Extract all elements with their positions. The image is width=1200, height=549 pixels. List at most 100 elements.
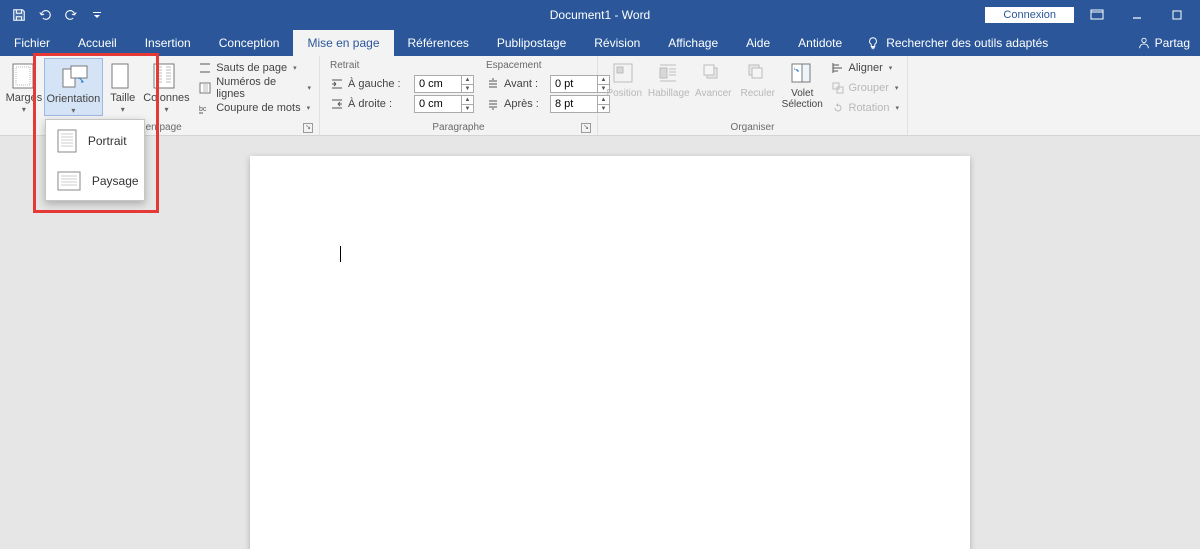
selection-pane-icon	[790, 62, 814, 86]
indent-right-input[interactable]	[415, 98, 461, 110]
colonnes-button[interactable]: Colonnes ▾	[143, 58, 190, 114]
grouper-button: Grouper ▾	[827, 78, 904, 98]
aligner-button[interactable]: Aligner ▾	[827, 58, 904, 78]
espacement-heading: Espacement	[486, 60, 610, 71]
paragraph-launcher[interactable]: ↘	[581, 123, 591, 133]
margins-icon	[10, 62, 38, 90]
space-after-input[interactable]	[551, 98, 597, 110]
marges-button[interactable]: Marges ▾	[4, 58, 44, 114]
taille-label: Taille	[110, 92, 135, 104]
document-page[interactable]	[250, 156, 970, 549]
rotation-button: Rotation ▾	[827, 98, 904, 118]
rotation-label: Rotation	[849, 102, 890, 114]
redo-icon[interactable]	[60, 4, 82, 26]
indent-left-input[interactable]	[415, 78, 461, 90]
tab-aide[interactable]: Aide	[732, 30, 784, 56]
share-button[interactable]: Partag	[1127, 30, 1200, 56]
qat-customize-icon[interactable]	[86, 4, 108, 26]
tab-publipostage[interactable]: Publipostage	[483, 30, 580, 56]
chevron-down-icon: ▾	[889, 64, 893, 72]
numeros-label: Numéros de lignes	[216, 76, 301, 100]
tell-me-search[interactable]: Rechercher des outils adaptés	[856, 30, 1058, 56]
lightbulb-icon	[866, 36, 880, 50]
svg-text:bc: bc	[199, 106, 207, 113]
tell-me-placeholder: Rechercher des outils adaptés	[886, 36, 1048, 50]
indent-left-icon	[330, 77, 344, 91]
maximize-button[interactable]	[1160, 0, 1194, 30]
tab-fichier[interactable]: Fichier	[0, 30, 64, 56]
columns-icon	[152, 62, 180, 90]
tab-conception[interactable]: Conception	[205, 30, 294, 56]
space-after-icon	[486, 97, 500, 111]
position-label: Position	[606, 88, 642, 99]
tab-antidote[interactable]: Antidote	[784, 30, 856, 56]
indent-right-spinbox[interactable]: ▲▼	[414, 95, 474, 113]
arrange-group-label: Organiser	[602, 122, 903, 135]
coupure-de-mots-button[interactable]: bc Coupure de mots ▾	[194, 98, 315, 118]
volet-label-2: Sélection	[782, 99, 823, 110]
tab-references[interactable]: Références	[394, 30, 483, 56]
spin-up[interactable]: ▲	[461, 76, 473, 85]
orientation-paysage-item[interactable]: Paysage	[46, 162, 144, 200]
chevron-down-icon: ▾	[71, 106, 75, 115]
orientation-icon	[59, 63, 87, 91]
orientation-dropdown: Portrait Paysage	[45, 119, 145, 201]
page-setup-launcher[interactable]: ↘	[303, 123, 313, 133]
size-icon	[109, 62, 137, 90]
position-icon	[612, 62, 636, 86]
orientation-button[interactable]: Orientation ▾ Portrait Paysage	[44, 58, 103, 116]
aligner-label: Aligner	[849, 62, 883, 74]
reculer-label: Reculer	[741, 88, 775, 99]
chevron-down-icon: ▾	[307, 104, 311, 112]
portrait-label: Portrait	[88, 134, 127, 148]
tab-insertion[interactable]: Insertion	[131, 30, 205, 56]
apres-label: Après :	[504, 98, 546, 110]
person-icon	[1137, 36, 1151, 50]
bring-forward-icon	[701, 62, 725, 86]
a-droite-label: À droite :	[348, 98, 410, 110]
spin-down[interactable]: ▼	[461, 85, 473, 93]
retrait-heading: Retrait	[330, 60, 474, 71]
space-before-input[interactable]	[551, 78, 597, 90]
paysage-label: Paysage	[92, 174, 139, 188]
text-cursor	[340, 246, 341, 262]
sauts-label: Sauts de page	[216, 62, 287, 74]
rotate-icon	[831, 101, 845, 115]
tab-revision[interactable]: Révision	[580, 30, 654, 56]
orientation-label: Orientation	[46, 93, 100, 105]
chevron-down-icon: ▾	[164, 105, 168, 114]
indent-left-spinbox[interactable]: ▲▼	[414, 75, 474, 93]
volet-selection-button[interactable]: Volet Sélection	[780, 58, 825, 110]
avancer-button: Avancer	[691, 58, 736, 99]
spin-up[interactable]: ▲	[461, 96, 473, 105]
tab-affichage[interactable]: Affichage	[654, 30, 732, 56]
orientation-portrait-item[interactable]: Portrait	[46, 120, 144, 162]
paragraph-group-label: Paragraphe ↘	[324, 122, 593, 135]
undo-icon[interactable]	[34, 4, 56, 26]
send-backward-icon	[746, 62, 770, 86]
ribbon-display-options-icon[interactable]	[1080, 0, 1114, 30]
minimize-button[interactable]	[1120, 0, 1154, 30]
coupure-label: Coupure de mots	[216, 102, 300, 114]
share-label: Partag	[1155, 36, 1190, 50]
align-icon	[831, 61, 845, 75]
tab-mise-en-page[interactable]: Mise en page	[293, 30, 393, 56]
taille-button[interactable]: Taille ▾	[103, 58, 143, 114]
chevron-down-icon: ▾	[895, 84, 899, 92]
chevron-down-icon: ▾	[307, 84, 311, 92]
document-canvas[interactable]	[0, 136, 1200, 549]
hyphenation-icon: bc	[198, 101, 212, 115]
indent-right-icon	[330, 97, 344, 111]
landscape-page-icon	[56, 170, 82, 192]
habillage-label: Habillage	[648, 88, 690, 99]
numeros-de-lignes-button[interactable]: Numéros de lignes ▾	[194, 78, 315, 98]
chevron-down-icon: ▾	[121, 105, 125, 114]
signin-button[interactable]: Connexion	[985, 7, 1074, 23]
save-icon[interactable]	[8, 4, 30, 26]
habillage-button: Habillage	[647, 58, 692, 99]
volet-label-1: Volet	[791, 88, 813, 99]
spin-down[interactable]: ▼	[461, 105, 473, 113]
tab-accueil[interactable]: Accueil	[64, 30, 131, 56]
sauts-de-page-button[interactable]: Sauts de page ▾	[194, 58, 315, 78]
a-gauche-label: À gauche :	[348, 78, 410, 90]
